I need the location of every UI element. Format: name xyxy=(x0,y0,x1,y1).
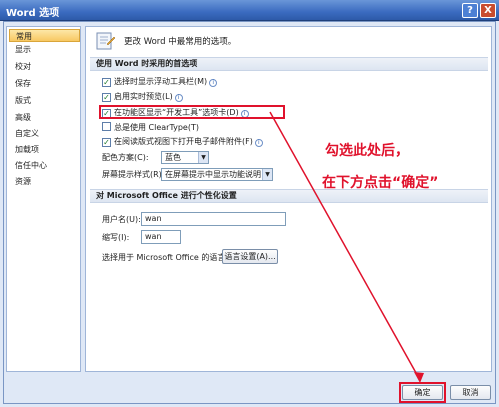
option-cleartype[interactable]: 总是使用 ClearType(T) xyxy=(102,122,199,134)
section-preferences-title: 使用 Word 时采用的首选项 xyxy=(90,57,488,71)
tooltip-style-value: 在屏幕提示中显示功能说明 xyxy=(165,170,261,179)
sidebar-item-display[interactable]: 显示 xyxy=(9,43,80,56)
tooltip-style-dropdown[interactable]: 在屏幕提示中显示功能说明 ▼ xyxy=(161,168,273,181)
close-button[interactable]: X xyxy=(480,3,496,18)
header-description: 更改 Word 中最常用的选项。 xyxy=(124,37,237,47)
language-label: 选择用于 Microsoft Office 的语言: xyxy=(102,253,229,262)
option-mini-toolbar[interactable]: ✓ 选择时显示浮动工具栏(M) i xyxy=(102,76,218,88)
sidebar-item-save[interactable]: 保存 xyxy=(9,77,80,90)
sidebar-item-advanced[interactable]: 高级 xyxy=(9,111,80,124)
checkbox-unchecked[interactable] xyxy=(102,122,111,131)
window-title: Word 选项 xyxy=(6,8,60,19)
color-scheme-value: 蓝色 xyxy=(165,153,181,162)
option-live-preview[interactable]: ✓ 启用实时预览(L) i xyxy=(102,91,183,103)
chevron-down-icon: ▼ xyxy=(198,152,208,163)
option-cleartype-label: 总是使用 ClearType(T) xyxy=(114,123,199,132)
title-bar: Word 选项 ? X xyxy=(0,0,499,21)
option-reading-layout[interactable]: ✓ 在阅读版式视图下打开电子邮件附件(F) i xyxy=(102,136,263,148)
annotation-line2: 在下方点击“确定” xyxy=(322,175,439,191)
sidebar-item-addins[interactable]: 加载项 xyxy=(9,143,80,156)
sidebar-item-trust-center[interactable]: 信任中心 xyxy=(9,159,80,172)
initials-input[interactable]: wan xyxy=(141,230,181,244)
option-live-preview-label: 启用实时预览(L) xyxy=(114,92,173,101)
sidebar-item-proofing[interactable]: 校对 xyxy=(9,60,80,73)
option-mini-toolbar-label: 选择时显示浮动工具栏(M) xyxy=(114,77,208,86)
ok-button-highlight xyxy=(399,382,446,403)
checkbox-checked[interactable]: ✓ xyxy=(102,78,111,87)
header: 更改 Word 中最常用的选项。 xyxy=(86,27,491,55)
checkbox-checked[interactable]: ✓ xyxy=(102,93,111,102)
annotation-line1: 勾选此处后， xyxy=(325,143,409,159)
sidebar-item-general[interactable]: 常用 xyxy=(9,29,80,42)
checkbox-checked[interactable]: ✓ xyxy=(102,138,111,147)
info-icon: i xyxy=(209,79,218,87)
option-reading-layout-label: 在阅读版式视图下打开电子邮件附件(F) xyxy=(114,137,253,146)
color-scheme-dropdown[interactable]: 蓝色 ▼ xyxy=(161,151,209,164)
developer-tab-highlight xyxy=(99,105,285,119)
username-label: 用户名(U): xyxy=(102,215,141,224)
tooltip-style-label: 屏幕提示样式(R): xyxy=(102,170,165,179)
sidebar-item-resources[interactable]: 资源 xyxy=(9,175,80,188)
chevron-down-icon: ▼ xyxy=(262,169,272,180)
info-icon: i xyxy=(174,94,183,102)
sidebar-item-typography[interactable]: 版式 xyxy=(9,94,80,107)
username-input[interactable]: wan xyxy=(141,212,286,226)
sidebar: 常用 显示 校对 保存 版式 高级 自定义 加载项 信任中心 资源 xyxy=(6,26,81,372)
help-button[interactable]: ? xyxy=(462,3,478,18)
options-panel: 更改 Word 中最常用的选项。 使用 Word 时采用的首选项 ✓ 选择时显示浮… xyxy=(85,26,492,372)
sidebar-item-customize[interactable]: 自定义 xyxy=(9,127,80,140)
initials-label: 缩写(I): xyxy=(102,233,130,242)
color-scheme-label: 配色方案(C): xyxy=(102,153,149,162)
cancel-button[interactable]: 取消 xyxy=(450,385,491,400)
language-settings-button[interactable]: 语言设置(A)... xyxy=(222,249,278,264)
options-icon xyxy=(96,32,116,50)
info-icon: i xyxy=(254,139,263,147)
